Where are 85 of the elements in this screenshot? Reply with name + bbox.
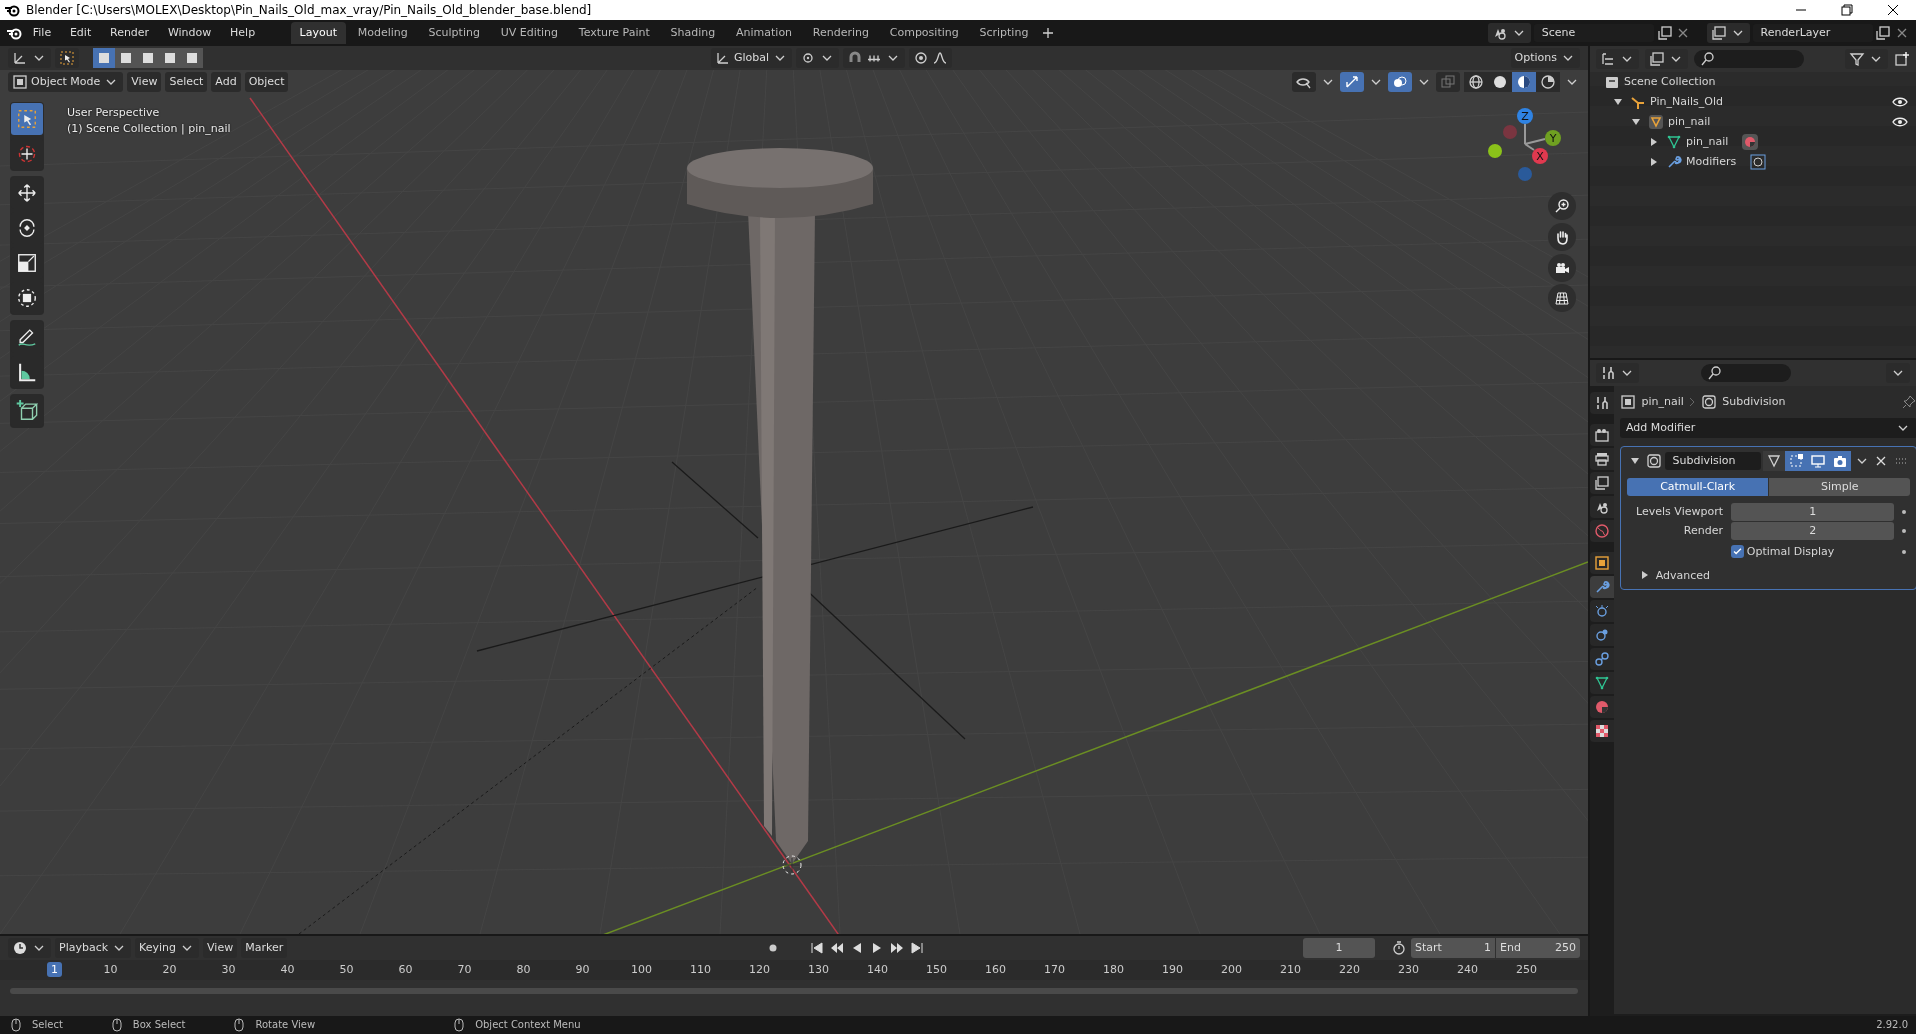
add-modifier-dropdown[interactable]: Add Modifier <box>1620 418 1916 438</box>
scene-field[interactable]: Scene <box>1533 24 1654 42</box>
frame-label: 180 <box>1103 963 1124 976</box>
menu-item[interactable]: Select <box>165 72 208 92</box>
menu-item[interactable]: Keying <box>135 938 200 958</box>
menu-item[interactable]: File <box>24 24 60 42</box>
end-frame-field[interactable]: End 250 <box>1496 938 1580 958</box>
frame-label: 240 <box>1457 963 1478 976</box>
workspace-tab[interactable]: Texture Paint <box>569 22 659 44</box>
frame-label: 1 <box>47 962 62 977</box>
status-hint: Rotate View <box>255 1019 316 1031</box>
menu-item[interactable]: Add <box>211 72 241 92</box>
axis-handle[interactable]: X <box>1532 148 1548 164</box>
frame-label: 20 <box>162 963 177 976</box>
outliner-item[interactable]: pin_nail <box>1668 115 1711 129</box>
frame-label: 120 <box>749 963 770 976</box>
breadcrumb-item: pin_nail <box>1641 395 1684 409</box>
start-frame-field[interactable]: Start 1 <box>1411 938 1495 958</box>
frame-label: 170 <box>1044 963 1065 976</box>
menu-item[interactable]: Marker <box>241 938 288 958</box>
subdivision-type-button[interactable]: Simple <box>1769 477 1911 496</box>
axis-handle[interactable]: Z <box>1517 108 1533 124</box>
frame-label: 130 <box>808 963 829 976</box>
outliner-item[interactable]: Modifiers <box>1686 155 1737 169</box>
menu-item[interactable]: Window <box>159 24 220 42</box>
frame-label: 220 <box>1339 963 1360 976</box>
frame-label: 90 <box>575 963 590 976</box>
menu-item[interactable]: View <box>203 938 238 958</box>
menu-item[interactable]: Edit <box>61 24 100 42</box>
menu-item[interactable]: View <box>127 72 162 92</box>
subpanel-title[interactable]: Advanced <box>1655 568 1711 582</box>
frame-label: 110 <box>690 963 711 976</box>
axis-handle[interactable]: Y <box>1545 130 1561 146</box>
frame-label: 150 <box>926 963 947 976</box>
outliner-item[interactable]: pin_nail <box>1686 135 1729 149</box>
workspace-tab[interactable]: Rendering <box>803 22 878 44</box>
frame-label: 50 <box>339 963 354 976</box>
frame-label: 200 <box>1221 963 1242 976</box>
field-label: Render <box>1682 523 1724 538</box>
frame-label: 190 <box>1162 963 1183 976</box>
number-field[interactable]: 1 <box>1731 502 1895 521</box>
status-hint: Box Select <box>132 1019 186 1031</box>
status-hint: Select <box>32 1019 63 1031</box>
field-label: Levels Viewport <box>1635 504 1724 519</box>
menu-item[interactable]: Playback <box>55 938 132 958</box>
frame-label: 60 <box>398 963 413 976</box>
status-hint: Object Context Menu <box>475 1019 581 1031</box>
workspace-tab[interactable]: UV Editing <box>491 22 568 44</box>
frame-label: 140 <box>867 963 888 976</box>
current-frame-field[interactable]: 1 <box>1303 938 1375 958</box>
subdivision-type-button[interactable]: Catmull-Clark <box>1627 477 1769 496</box>
frame-label: 230 <box>1398 963 1419 976</box>
options-dropdown[interactable]: Options <box>1510 48 1580 68</box>
menu-item[interactable]: Render <box>102 24 158 42</box>
frame-label: 210 <box>1280 963 1301 976</box>
frame-label: 40 <box>280 963 295 976</box>
menu-item[interactable]: Help <box>222 24 264 42</box>
workspace-tab[interactable]: Layout <box>290 22 346 44</box>
workspace-tab[interactable]: Shading <box>661 22 725 44</box>
workspace-tab[interactable]: Sculpting <box>419 22 489 44</box>
breadcrumb-item: Subdivision <box>1722 395 1786 409</box>
mode-dropdown[interactable]: Object Mode <box>8 72 124 92</box>
workspace-tab[interactable]: Animation <box>727 22 802 44</box>
orientation-dropdown[interactable]: Global <box>711 48 793 68</box>
workspace-tab[interactable]: Modeling <box>348 22 417 44</box>
menu-item[interactable]: Object <box>244 72 289 92</box>
outliner-item[interactable]: Pin_Nails_Old <box>1650 95 1723 109</box>
workspace-tab[interactable]: Compositing <box>880 22 968 44</box>
number-field[interactable]: 2 <box>1731 521 1895 540</box>
version-label: 2.92.0 <box>1876 1019 1908 1031</box>
frame-label: 70 <box>457 963 472 976</box>
window-title: Blender [C:\Users\MOLEX\Desktop\Pin_Nails_Old_max_vray/Pin_Nails_Old_blender_base.blend] <box>26 2 593 18</box>
frame-label: 10 <box>103 963 118 976</box>
view-layer-field[interactable]: RenderLayer <box>1752 24 1873 42</box>
workspace-tab[interactable]: Scripting <box>970 22 1038 44</box>
viewport-info-text: User Perspective <box>67 106 161 120</box>
frame-label: 30 <box>221 963 236 976</box>
frame-label: 80 <box>516 963 531 976</box>
frame-label: 100 <box>631 963 652 976</box>
outliner-item[interactable]: Scene Collection <box>1624 75 1716 89</box>
viewport-info-text: (1) Scene Collection | pin_nail <box>67 121 231 136</box>
frame-label: 160 <box>985 963 1006 976</box>
checkbox-label: Optimal Display <box>1746 545 1835 559</box>
modifier-name-field[interactable]: Subdivision <box>1664 452 1761 470</box>
frame-label: 250 <box>1516 963 1537 976</box>
